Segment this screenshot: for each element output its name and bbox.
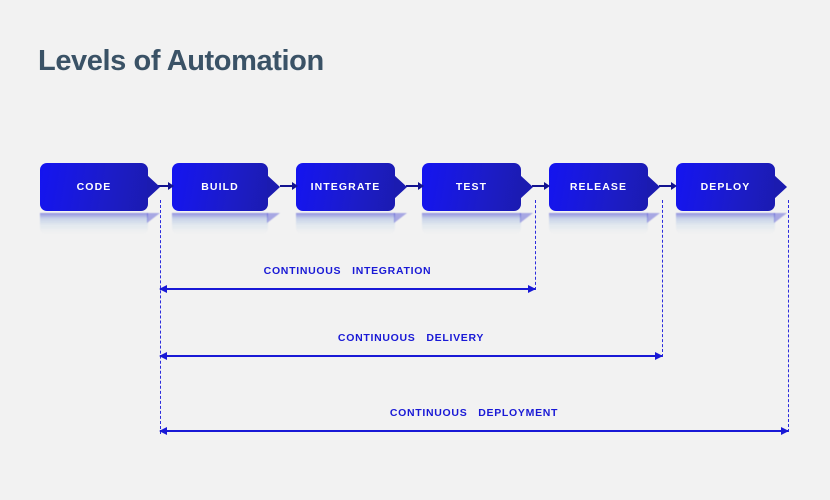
pipeline-stage-code[interactable]: CODE xyxy=(40,163,160,235)
stage-label: DEPLOY xyxy=(700,181,751,193)
stage-reflection xyxy=(40,213,160,235)
chevron-point-icon xyxy=(520,175,533,199)
stage-body: BUILD xyxy=(172,163,280,211)
stage-reflection xyxy=(296,213,407,235)
arrow-head-left-icon xyxy=(159,351,167,360)
stage-body: RELEASE xyxy=(549,163,660,211)
span-bar xyxy=(160,430,788,432)
chevron-point-icon xyxy=(394,175,407,199)
stage-reflection xyxy=(172,213,280,235)
chevron-point-icon xyxy=(147,175,160,199)
stage-body: CODE xyxy=(40,163,160,211)
diagram-canvas: Levels of Automation CODE BUILD INTEGRAT… xyxy=(0,0,830,500)
span-bar xyxy=(160,288,535,290)
stage-label: RELEASE xyxy=(569,181,628,193)
guide-line-after-release xyxy=(662,200,663,357)
stage-body: TEST xyxy=(422,163,533,211)
stage-label: INTEGRATE xyxy=(310,181,381,193)
connector-arrow-test-to-release xyxy=(532,182,550,190)
span-label: CONTINUOUS DELIVERY xyxy=(337,332,485,344)
stage-body: INTEGRATE xyxy=(296,163,407,211)
span-bar xyxy=(160,355,662,357)
span-label: CONTINUOUS DEPLOYMENT xyxy=(389,407,559,419)
stage-label: BUILD xyxy=(201,181,239,193)
arrow-head-left-icon xyxy=(159,284,167,293)
stage-body: DEPLOY xyxy=(676,163,787,211)
span-continuous-integration: CONTINUOUS INTEGRATION xyxy=(159,265,536,293)
span-continuous-deployment: CONTINUOUS DEPLOYMENT xyxy=(159,407,789,435)
chevron-point-icon xyxy=(774,175,787,199)
chevron-point-icon xyxy=(267,175,280,199)
arrow-head-left-icon xyxy=(159,426,167,435)
arrow-head-right-icon xyxy=(528,284,536,293)
page-title: Levels of Automation xyxy=(38,45,324,77)
stage-reflection xyxy=(549,213,660,235)
chevron-point-icon xyxy=(647,175,660,199)
guide-line-after-test xyxy=(535,200,536,290)
guide-line-after-deploy xyxy=(788,200,789,432)
pipeline-stage-integrate[interactable]: INTEGRATE xyxy=(296,163,407,235)
stage-label: TEST xyxy=(455,181,488,193)
pipeline-stage-test[interactable]: TEST xyxy=(422,163,533,235)
connector-arrow-release-to-deploy xyxy=(659,182,677,190)
span-label: CONTINUOUS INTEGRATION xyxy=(263,265,432,277)
guide-line-after-code xyxy=(160,200,161,434)
stage-reflection xyxy=(422,213,533,235)
arrow-head-right-icon xyxy=(655,351,663,360)
arrow-head-right-icon xyxy=(781,426,789,435)
pipeline-stage-deploy[interactable]: DEPLOY xyxy=(676,163,787,235)
pipeline-stage-build[interactable]: BUILD xyxy=(172,163,280,235)
pipeline-stage-release[interactable]: RELEASE xyxy=(549,163,660,235)
span-continuous-delivery: CONTINUOUS DELIVERY xyxy=(159,332,663,360)
stage-label: CODE xyxy=(76,181,112,193)
stage-reflection xyxy=(676,213,787,235)
connector-arrow-integrate-to-test xyxy=(406,182,424,190)
connector-arrow-build-to-integrate xyxy=(280,182,298,190)
